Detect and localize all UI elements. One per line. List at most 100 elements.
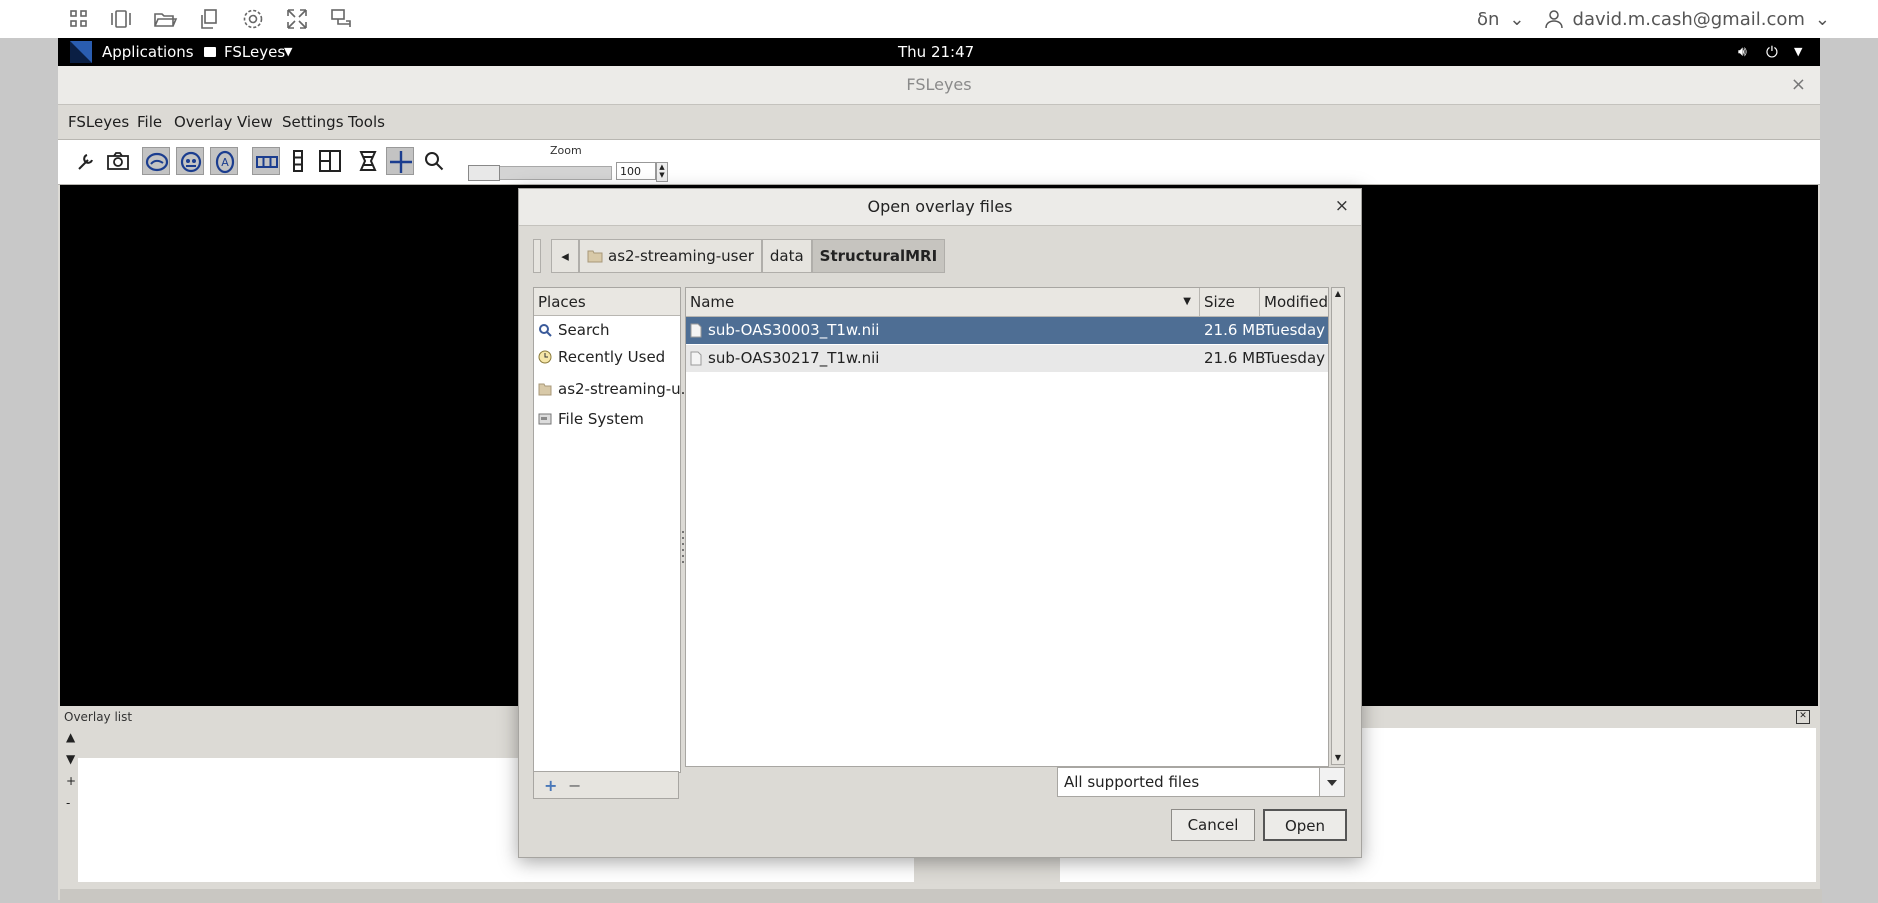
file-row[interactable]: sub-OAS30217_T1w.nii 21.6 MB Tuesday (686, 345, 1328, 372)
open-button[interactable]: Open (1263, 809, 1347, 841)
place-label: File System (558, 410, 644, 428)
menu-settings[interactable]: Settings (282, 113, 344, 131)
overlay-list-title: Overlay list (64, 710, 133, 724)
add-bookmark-button[interactable]: + (544, 776, 557, 795)
copy-icon[interactable] (196, 6, 222, 32)
system-menu-chevron-icon[interactable]: ▼ (1794, 38, 1802, 66)
place-label: Recently Used (558, 348, 666, 366)
cursor-crosshair-icon[interactable] (386, 147, 414, 175)
grid-layout-icon[interactable] (316, 147, 344, 175)
places-header: Places (534, 288, 680, 316)
file-type-filter-value: All supported files (1064, 773, 1200, 791)
folder-open-icon[interactable] (152, 6, 178, 32)
open-overlay-dialog: Open overlay files × ◂ as2-streaming-use… (518, 188, 1362, 858)
file-size: 21.6 MB (1204, 321, 1266, 339)
move-up-button[interactable]: ▲ (66, 730, 75, 744)
path-home-button[interactable]: as2-streaming-user (579, 239, 762, 273)
file-size: 21.6 MB (1204, 349, 1266, 367)
menu-overlay[interactable]: Overlay (174, 113, 232, 131)
menu-view[interactable]: View (237, 113, 273, 131)
window-close-icon[interactable]: × (1791, 74, 1806, 95)
file-list-header: Name ▼ Size Modified (686, 288, 1328, 317)
place-label: as2-streaming-u... (558, 380, 695, 398)
app-menu-fsleyes[interactable]: FSLeyes (224, 38, 285, 66)
scroll-down-icon[interactable]: ▼ (1332, 752, 1344, 764)
gnome-top-panel: Applications FSLeyes ▼ Thu 21:47 🔊︎ ⏻ ▼ (58, 38, 1820, 66)
zoom-spinbox[interactable]: 100 (616, 162, 656, 180)
menu-file[interactable]: File (137, 113, 162, 131)
column-name[interactable]: Name ▼ (686, 288, 1200, 316)
file-modified: Tuesday (1264, 321, 1326, 339)
applications-logo-icon[interactable] (70, 41, 92, 63)
user-icon (1544, 9, 1563, 29)
settings-gear-icon[interactable] (240, 6, 266, 32)
clock[interactable]: Thu 21:47 (898, 38, 974, 66)
svg-text:A: A (221, 156, 229, 169)
zoom-slider-thumb[interactable] (468, 165, 500, 181)
file-name: sub-OAS30003_T1w.nii (708, 321, 880, 339)
vertical-layout-icon[interactable] (284, 147, 312, 175)
path-edit-toggle[interactable] (533, 239, 541, 273)
zoom-icon[interactable] (420, 147, 448, 175)
column-size[interactable]: Size (1200, 288, 1260, 316)
places-buttons: + − (533, 771, 679, 799)
home-folder-icon (538, 382, 552, 396)
move-down-button[interactable]: ▼ (66, 752, 75, 766)
sort-arrow-icon: ▼ (1183, 296, 1191, 307)
volume-icon[interactable]: 🔊︎ (1738, 38, 1747, 66)
horizontal-layout-icon[interactable] (252, 147, 280, 175)
place-file-system[interactable]: File System (538, 406, 644, 432)
applications-menu[interactable]: Applications (102, 38, 194, 66)
power-icon[interactable]: ⏻ (1766, 38, 1778, 66)
dialog-titlebar[interactable]: Open overlay files × (519, 189, 1361, 226)
fullscreen-expand-icon[interactable] (284, 6, 310, 32)
path-structuralmri-button[interactable]: StructuralMRI (811, 239, 946, 273)
remove-overlay-button[interactable]: - (66, 796, 70, 810)
menu-fsleyes[interactable]: FSLeyes (68, 113, 129, 131)
scroll-up-icon[interactable]: ▲ (1332, 288, 1344, 300)
remove-bookmark-button[interactable]: − (568, 776, 581, 795)
ortho-toolbar: A Zoom 100 ▲ ▼ (58, 140, 1820, 185)
place-home[interactable]: as2-streaming-u... (538, 376, 695, 402)
panel-close-icon[interactable]: ✕ (1796, 710, 1810, 724)
file-icon (690, 351, 702, 366)
zoom-spin-arrows-icon[interactable]: ▲ ▼ (656, 162, 668, 182)
user-email[interactable]: david.m.cash@gmail.com (1573, 9, 1805, 30)
path-data-button[interactable]: data (761, 239, 812, 273)
column-modified[interactable]: Modified (1260, 288, 1328, 316)
path-home-label: as2-streaming-user (608, 247, 754, 265)
search-icon (538, 323, 552, 337)
add-overlay-button[interactable]: + (66, 774, 76, 788)
home-folder-icon (587, 249, 603, 263)
sidebar-toggle-icon[interactable] (108, 6, 134, 32)
cancel-button[interactable]: Cancel (1171, 809, 1255, 841)
path-scroll-left-icon[interactable]: ◂ (551, 239, 579, 273)
window-titlebar[interactable]: FSLeyes × (58, 66, 1820, 105)
window-title: FSLeyes (906, 75, 972, 94)
app-menu-chevron-icon[interactable]: ▼ (284, 38, 292, 66)
wrench-icon[interactable] (72, 147, 100, 175)
keyboard-layout-indicator[interactable]: ẟn (1477, 9, 1499, 30)
menu-tools[interactable]: Tools (348, 113, 385, 131)
file-row[interactable]: sub-OAS30003_T1w.nii 21.6 MB Tuesday (686, 317, 1328, 344)
sagittal-view-icon[interactable] (142, 147, 170, 175)
file-modified: Tuesday (1264, 349, 1326, 367)
dropdown-arrow-icon[interactable] (1319, 768, 1344, 796)
apps-grid-icon[interactable] (66, 6, 92, 32)
user-menu-chevron-icon[interactable]: ⌄ (1815, 9, 1830, 30)
file-list-scrollbar[interactable]: ▲ ▼ (1331, 287, 1345, 765)
path-bar: ◂ as2-streaming-user data StructuralMRI (533, 239, 946, 273)
chevron-down-icon[interactable]: ⌄ (1509, 9, 1524, 30)
place-search[interactable]: Search (538, 317, 610, 343)
file-type-filter[interactable]: All supported files (1057, 767, 1345, 797)
camera-icon[interactable] (104, 147, 132, 175)
place-label: Search (558, 321, 610, 339)
column-name-label: Name (690, 293, 735, 311)
place-recently-used[interactable]: Recently Used (538, 344, 665, 370)
dialog-close-icon[interactable]: × (1335, 196, 1349, 216)
display-icon[interactable] (328, 6, 354, 32)
drive-icon (538, 412, 552, 426)
coronal-view-icon[interactable] (176, 147, 204, 175)
axial-view-icon[interactable]: A (210, 147, 238, 175)
movie-mode-icon[interactable] (354, 147, 382, 175)
